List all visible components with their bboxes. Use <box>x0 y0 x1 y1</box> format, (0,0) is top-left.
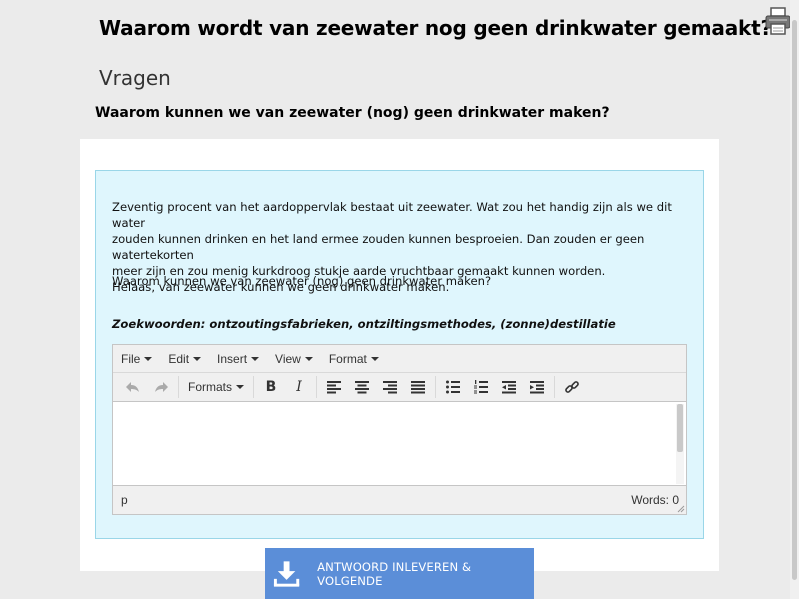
menu-file[interactable]: File <box>121 351 153 366</box>
submit-label: ANTWOORD INLEVEREN & VOLGENDE <box>317 559 472 588</box>
indent-button[interactable] <box>523 375 551 399</box>
chevron-down-icon <box>304 356 313 361</box>
chevron-down-icon <box>251 356 260 361</box>
outdent-button[interactable] <box>495 375 523 399</box>
editor-statusbar: p Words: 0 <box>113 485 686 514</box>
italic-button[interactable]: I <box>285 375 313 399</box>
bullet-list-icon <box>446 380 461 394</box>
outdent-icon <box>502 381 517 394</box>
question-text: Waarom kunnen we van zeewater (nog) geen… <box>112 274 492 288</box>
intro-line: Zeventig procent van het aardoppervlak b… <box>112 200 672 230</box>
section-title: Vragen <box>99 66 171 90</box>
formats-label: Formats <box>188 380 233 394</box>
chevron-down-icon <box>236 385 245 389</box>
toolbar-separator <box>435 376 437 398</box>
menu-label: Format <box>328 351 367 366</box>
chevron-down-icon <box>370 356 379 361</box>
editor-scrollbar-thumb[interactable] <box>677 404 683 452</box>
download-icon <box>273 560 300 587</box>
formats-dropdown[interactable]: Formats <box>182 375 250 399</box>
toolbar-separator <box>554 376 556 398</box>
chevron-down-icon <box>193 356 202 361</box>
editor-content-area[interactable] <box>113 402 686 486</box>
redo-button[interactable] <box>147 375 175 399</box>
submit-next-button[interactable]: ANTWOORD INLEVEREN & VOLGENDE <box>265 548 534 599</box>
undo-button[interactable] <box>119 375 147 399</box>
align-center-icon <box>355 381 370 394</box>
menu-edit[interactable]: Edit <box>168 351 202 366</box>
page-scrollbar-thumb[interactable] <box>792 20 797 580</box>
bullet-list-button[interactable] <box>439 375 467 399</box>
align-left-button[interactable] <box>320 375 348 399</box>
menu-insert[interactable]: Insert <box>217 351 260 366</box>
menu-label: Edit <box>168 351 190 366</box>
menu-format[interactable]: Format <box>329 352 379 366</box>
align-right-icon <box>383 381 398 394</box>
page-scrollbar[interactable] <box>790 0 799 599</box>
chevron-down-icon <box>144 356 153 361</box>
link-button[interactable] <box>558 375 586 399</box>
editor-scrollbar[interactable] <box>676 404 684 484</box>
element-path[interactable]: p <box>121 493 128 507</box>
page-title: Waarom wordt van zeewater nog geen drink… <box>99 16 772 40</box>
word-count: Words: 0 <box>631 493 679 507</box>
align-center-button[interactable] <box>348 375 376 399</box>
toolbar-separator <box>178 376 179 398</box>
redo-icon <box>155 382 168 392</box>
align-left-icon <box>327 381 342 394</box>
menu-label: File <box>121 351 141 366</box>
intro-line: zouden kunnen drinken en het land ermee … <box>112 232 645 262</box>
print-button[interactable] <box>764 6 792 36</box>
indent-icon <box>530 381 545 394</box>
toolbar-separator <box>253 376 255 398</box>
numbered-list-icon <box>474 380 489 394</box>
numbered-list-button[interactable] <box>467 375 495 399</box>
bold-button[interactable]: B <box>257 375 285 399</box>
undo-icon <box>126 382 139 392</box>
editor-menubar: File Edit Insert View Format <box>113 345 686 373</box>
align-right-button[interactable] <box>376 375 404 399</box>
rich-text-editor: File Edit Insert View Format Formats B I <box>112 344 687 515</box>
keywords: Zoekwoorden: ontzoutingsfabrieken, ontzi… <box>112 317 616 331</box>
menu-label: Insert <box>217 351 248 366</box>
menu-label: View <box>275 351 301 366</box>
toolbar-separator <box>316 376 318 398</box>
resize-handle-icon[interactable] <box>677 505 685 513</box>
align-justify-button[interactable] <box>404 375 432 399</box>
menu-view[interactable]: View <box>275 352 313 366</box>
question-title: Waarom kunnen we van zeewater (nog) geen… <box>95 105 610 121</box>
align-justify-icon <box>411 381 426 394</box>
link-icon <box>565 381 579 393</box>
editor-toolbar: Formats B I <box>113 373 686 402</box>
printer-icon <box>765 7 791 35</box>
